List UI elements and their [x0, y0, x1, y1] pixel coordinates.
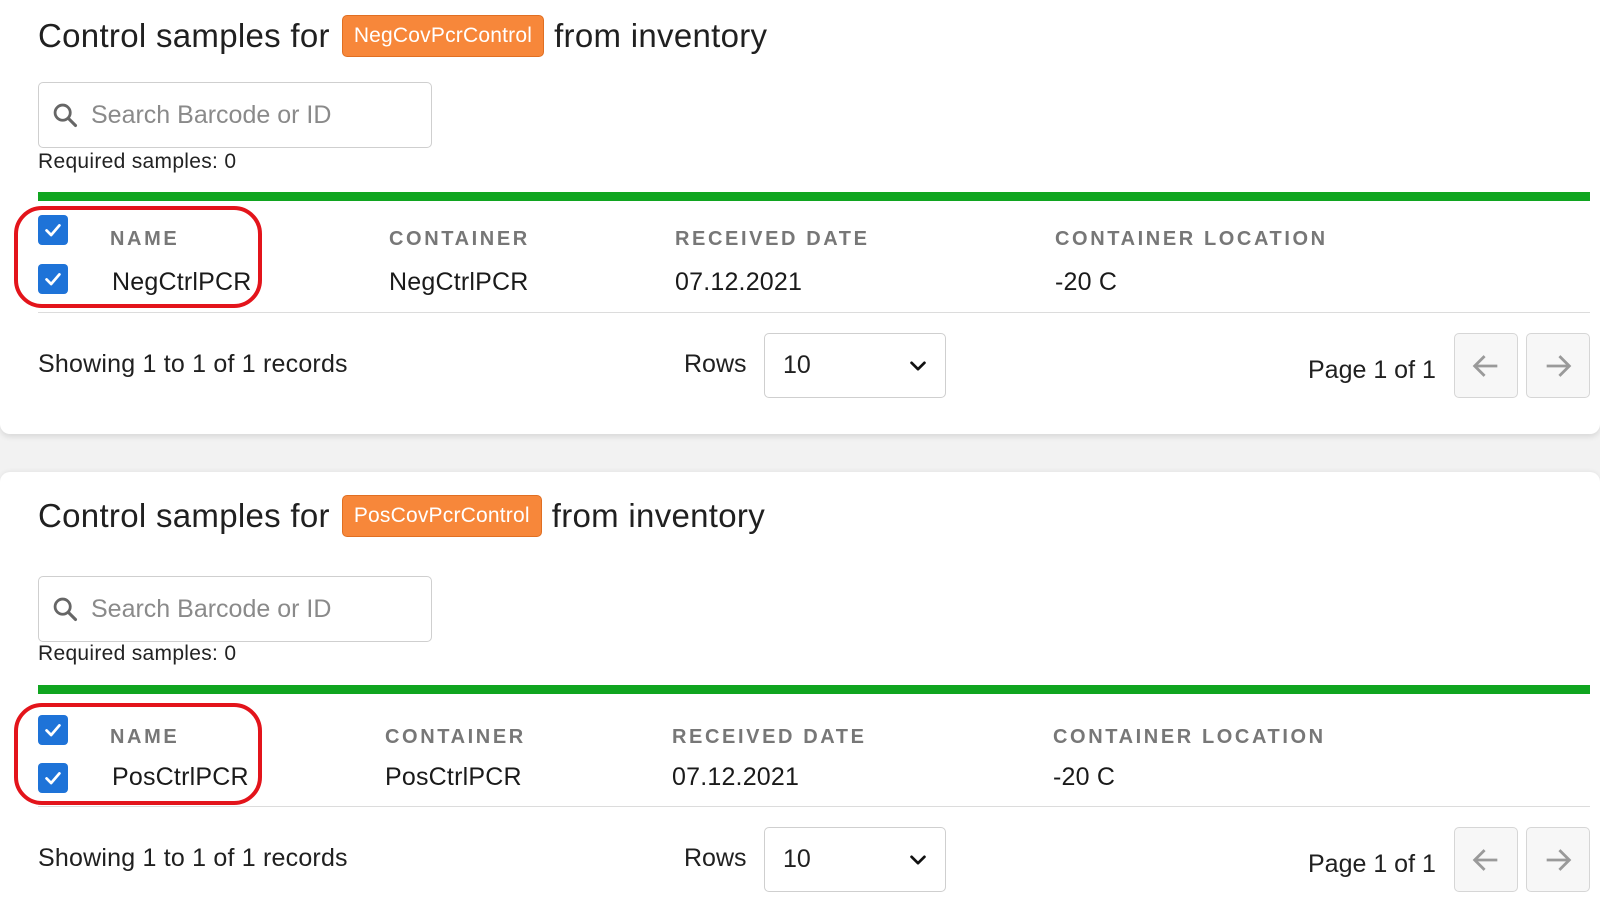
search-icon [53, 103, 78, 128]
control-type-tag: NegCovPcrControl [341, 15, 545, 57]
search-input[interactable] [91, 100, 391, 130]
cell-container: NegCtrlPCR [389, 268, 529, 296]
rows-per-page-select[interactable]: 10 [764, 827, 946, 892]
progress-bar [38, 192, 1590, 201]
cell-received-date: 07.12.2021 [672, 763, 800, 791]
previous-page-button[interactable] [1454, 333, 1518, 398]
column-header-container[interactable]: CONTAINER [389, 228, 530, 251]
page-info: Page 1 of 1 [1308, 356, 1436, 384]
progress-bar [38, 685, 1590, 694]
previous-page-button[interactable] [1454, 827, 1518, 892]
cell-container: PosCtrlPCR [385, 763, 522, 791]
required-samples: Required samples: 0 [38, 150, 237, 173]
arrow-right-icon [1546, 354, 1572, 377]
rows-label: Rows [684, 350, 747, 378]
search-box[interactable] [38, 576, 432, 642]
arrow-left-icon [1472, 354, 1498, 377]
arrow-left-icon [1472, 848, 1498, 871]
chevron-down-icon [910, 854, 926, 865]
cell-received-date: 07.12.2021 [675, 268, 803, 296]
page-info: Page 1 of 1 [1308, 850, 1436, 878]
panel-title: Control samples for PosCovPcrControl fro… [38, 494, 765, 538]
required-samples: Required samples: 0 [38, 642, 237, 665]
highlight-annotation [14, 703, 262, 805]
search-icon [53, 597, 78, 622]
cell-container-location: -20 C [1053, 763, 1116, 791]
table-divider [38, 312, 1590, 313]
rows-per-page-select[interactable]: 10 [764, 333, 946, 398]
column-header-received-date[interactable]: RECEIVED DATE [672, 726, 867, 749]
table-divider [38, 806, 1590, 807]
search-box[interactable] [38, 82, 432, 148]
panel-title: Control samples for NegCovPcrControl fro… [38, 14, 767, 58]
cell-container-location: -20 C [1055, 268, 1118, 296]
rows-per-page-value: 10 [783, 351, 811, 379]
title-prefix: Control samples for [38, 17, 330, 54]
title-suffix: from inventory [554, 17, 768, 54]
rows-label: Rows [684, 844, 747, 872]
chevron-down-icon [910, 360, 926, 371]
search-input[interactable] [91, 594, 391, 624]
title-suffix: from inventory [551, 497, 766, 534]
next-page-button[interactable] [1526, 827, 1590, 892]
records-summary: Showing 1 to 1 of 1 records [38, 844, 348, 872]
next-page-button[interactable] [1526, 333, 1590, 398]
control-type-tag: PosCovPcrControl [341, 495, 542, 537]
rows-per-page-value: 10 [783, 845, 811, 873]
highlight-annotation [14, 206, 262, 308]
column-header-container[interactable]: CONTAINER [385, 726, 526, 749]
column-header-container-location[interactable]: CONTAINER LOCATION [1055, 228, 1328, 251]
title-prefix: Control samples for [38, 497, 330, 534]
column-header-container-location[interactable]: CONTAINER LOCATION [1053, 726, 1326, 749]
control-panel-negative: Control samples for NegCovPcrControl fro… [0, 0, 1600, 434]
column-header-received-date[interactable]: RECEIVED DATE [675, 228, 870, 251]
control-panel-positive: Control samples for PosCovPcrControl fro… [0, 472, 1600, 900]
records-summary: Showing 1 to 1 of 1 records [38, 350, 348, 378]
arrow-right-icon [1546, 848, 1572, 871]
